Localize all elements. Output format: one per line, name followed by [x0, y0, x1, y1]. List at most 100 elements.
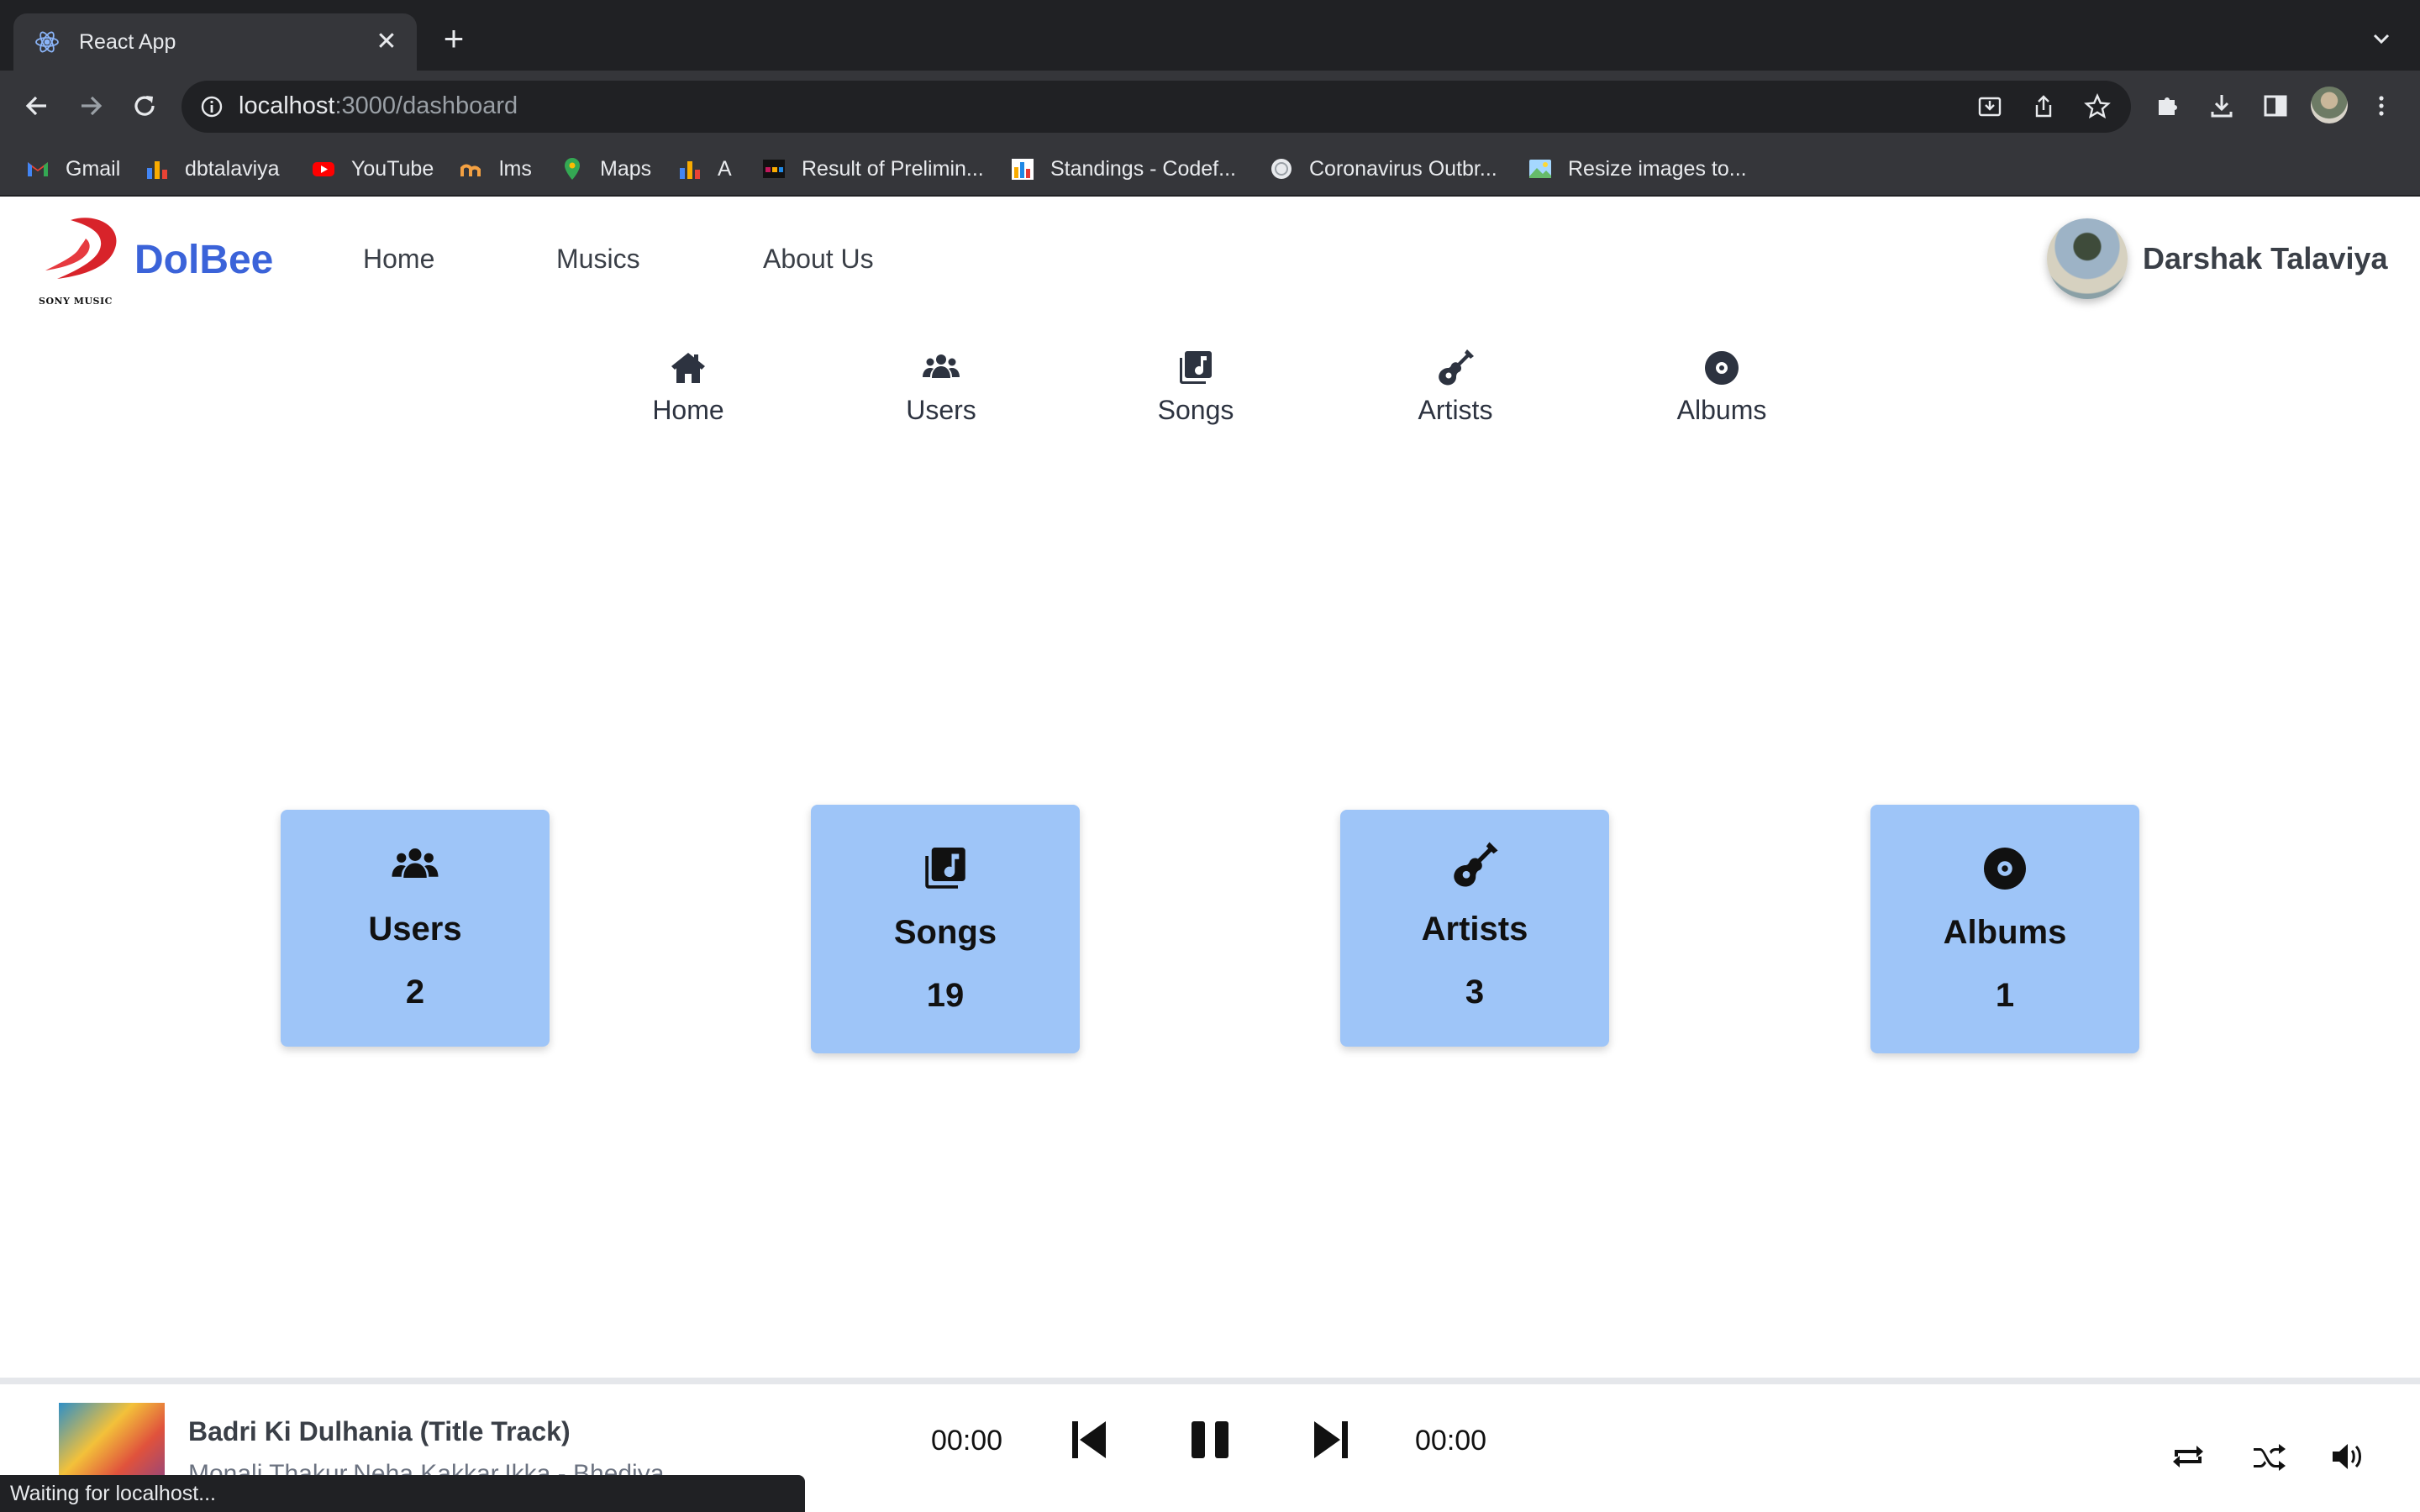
nav-about-us[interactable]: About Us — [763, 244, 874, 275]
nav-musics[interactable]: Musics — [556, 244, 640, 275]
guitar-icon — [1454, 842, 1498, 887]
current-time: 00:00 — [931, 1425, 1003, 1457]
repeat-icon — [2173, 1446, 2203, 1467]
bookmark-standings[interactable]: Standings - Codef... — [1010, 155, 1236, 183]
next-track-button[interactable] — [1306, 1415, 1356, 1465]
volume-button[interactable] — [2329, 1438, 2366, 1475]
bookmark-result[interactable]: Result of Prelimin... — [761, 155, 984, 183]
skip-forward-icon — [1314, 1421, 1348, 1458]
bookmark-label: Coronavirus Outbr... — [1309, 156, 1497, 181]
users-icon — [392, 848, 439, 878]
stat-count: 19 — [926, 977, 965, 1014]
bar-chart-icon — [677, 156, 702, 181]
codeforces-icon — [1010, 156, 1035, 181]
bookmark-label: lms — [499, 156, 532, 181]
info-icon[interactable] — [198, 93, 225, 120]
sony-music-logo-icon[interactable] — [37, 213, 131, 294]
skip-back-icon — [1072, 1421, 1106, 1458]
downloads-icon[interactable] — [2203, 87, 2240, 124]
stat-card-albums[interactable]: Albums 1 — [1870, 805, 2139, 1053]
users-icon — [923, 354, 960, 378]
stat-title: Songs — [893, 914, 997, 951]
stat-count: 2 — [405, 974, 425, 1011]
extensions-puzzle-icon[interactable] — [2149, 87, 2186, 124]
stat-card-users[interactable]: Users 2 — [281, 810, 550, 1047]
bookmark-label: Maps — [600, 156, 652, 181]
tab-artists[interactable]: Artists — [1371, 348, 1539, 426]
browser-profile-avatar[interactable] — [2311, 87, 2348, 123]
bookmark-label: Standings - Codef... — [1050, 156, 1236, 181]
bookmark-resize-images[interactable]: Resize images to... — [1528, 155, 1747, 183]
music-library-icon — [1180, 351, 1212, 384]
side-panel-icon[interactable] — [2257, 87, 2294, 124]
bookmark-a[interactable]: A — [677, 155, 732, 183]
bookmark-star-icon[interactable] — [2084, 93, 2111, 120]
guitar-icon — [1439, 349, 1474, 386]
song-title: Badri Ki Dulhania (Title Track) — [188, 1416, 571, 1446]
music-library-icon — [925, 848, 965, 889]
bookmark-label: Result of Prelimin... — [802, 156, 984, 181]
url-host: localhost — [239, 92, 335, 119]
bookmark-label: Resize images to... — [1568, 156, 1747, 181]
stat-card-songs[interactable]: Songs 19 — [811, 805, 1080, 1053]
tab-albums[interactable]: Albums — [1638, 348, 1806, 426]
tab-label: Users — [906, 395, 976, 425]
shuffle-button[interactable] — [2250, 1438, 2287, 1475]
close-tab-icon[interactable]: ✕ — [373, 29, 400, 55]
back-arrow-icon[interactable] — [18, 87, 55, 124]
record-icon — [1704, 351, 1739, 385]
bookmark-dbtalaviya[interactable]: dbtalaviya — [145, 155, 280, 183]
bookmark-maps[interactable]: Maps — [560, 155, 651, 183]
bookmark-coronavirus[interactable]: Coronavirus Outbr... — [1269, 155, 1497, 183]
reload-icon[interactable] — [126, 87, 163, 124]
duration-time: 00:00 — [1415, 1425, 1487, 1457]
user-profile[interactable]: Darshak Talaviya — [2047, 218, 2388, 299]
tab-label: Home — [652, 395, 724, 425]
stat-title: Users — [368, 911, 462, 948]
forward-arrow-icon[interactable] — [72, 87, 109, 124]
more-menu-icon[interactable] — [2363, 87, 2400, 124]
url-text: localhost:3000/dashboard — [239, 92, 518, 120]
bookmark-label: A — [718, 156, 732, 181]
bookmark-youtube[interactable]: YouTube — [311, 155, 434, 183]
pause-button[interactable] — [1185, 1415, 1235, 1465]
stat-count: 1 — [1995, 977, 2015, 1014]
browser-toolbar: localhost:3000/dashboard — [0, 71, 2420, 141]
image-icon — [1528, 156, 1553, 181]
logo-caption: SONY MUSIC — [39, 296, 113, 307]
pause-icon — [1192, 1421, 1228, 1458]
app-page: SONY MUSIC DolBee Home Musics About Us D… — [0, 197, 2420, 1512]
tab-home[interactable]: Home — [604, 348, 772, 426]
previous-track-button[interactable] — [1064, 1415, 1114, 1465]
lms-icon — [459, 156, 484, 181]
share-icon[interactable] — [2030, 93, 2057, 120]
maps-icon — [560, 156, 585, 181]
bookmark-gmail[interactable]: Gmail — [25, 155, 120, 183]
react-icon — [34, 29, 60, 55]
home-icon — [671, 353, 705, 383]
install-app-icon[interactable] — [1976, 93, 2003, 120]
bookmark-label: dbtalaviya — [185, 156, 280, 181]
browser-tab[interactable]: React App ✕ — [13, 13, 417, 71]
bookmark-lms[interactable]: lms — [459, 155, 532, 183]
avatar[interactable] — [2047, 218, 2128, 299]
brand-name[interactable]: DolBee — [134, 237, 273, 283]
url-path: :3000/dashboard — [334, 92, 518, 119]
stat-title: Albums — [1943, 914, 2067, 951]
shuffle-icon — [2254, 1444, 2286, 1471]
tab-label: Albums — [1676, 395, 1767, 425]
browser-tabstrip: React App ✕ + — [0, 0, 2420, 71]
nav-home[interactable]: Home — [363, 244, 434, 275]
tab-title: React App — [79, 29, 176, 54]
youtube-icon — [311, 156, 336, 181]
new-tab-button[interactable]: + — [439, 21, 469, 56]
tab-users[interactable]: Users — [857, 348, 1025, 426]
tab-label: Artists — [1418, 395, 1493, 425]
address-bar[interactable]: localhost:3000/dashboard — [182, 81, 2131, 133]
stat-card-artists[interactable]: Artists 3 — [1340, 810, 1609, 1047]
tab-songs[interactable]: Songs — [1112, 348, 1280, 426]
bookmark-label: Gmail — [66, 156, 121, 181]
bar-chart-icon — [145, 156, 170, 181]
chevron-down-icon[interactable] — [2368, 25, 2395, 52]
repeat-button[interactable] — [2170, 1438, 2207, 1475]
